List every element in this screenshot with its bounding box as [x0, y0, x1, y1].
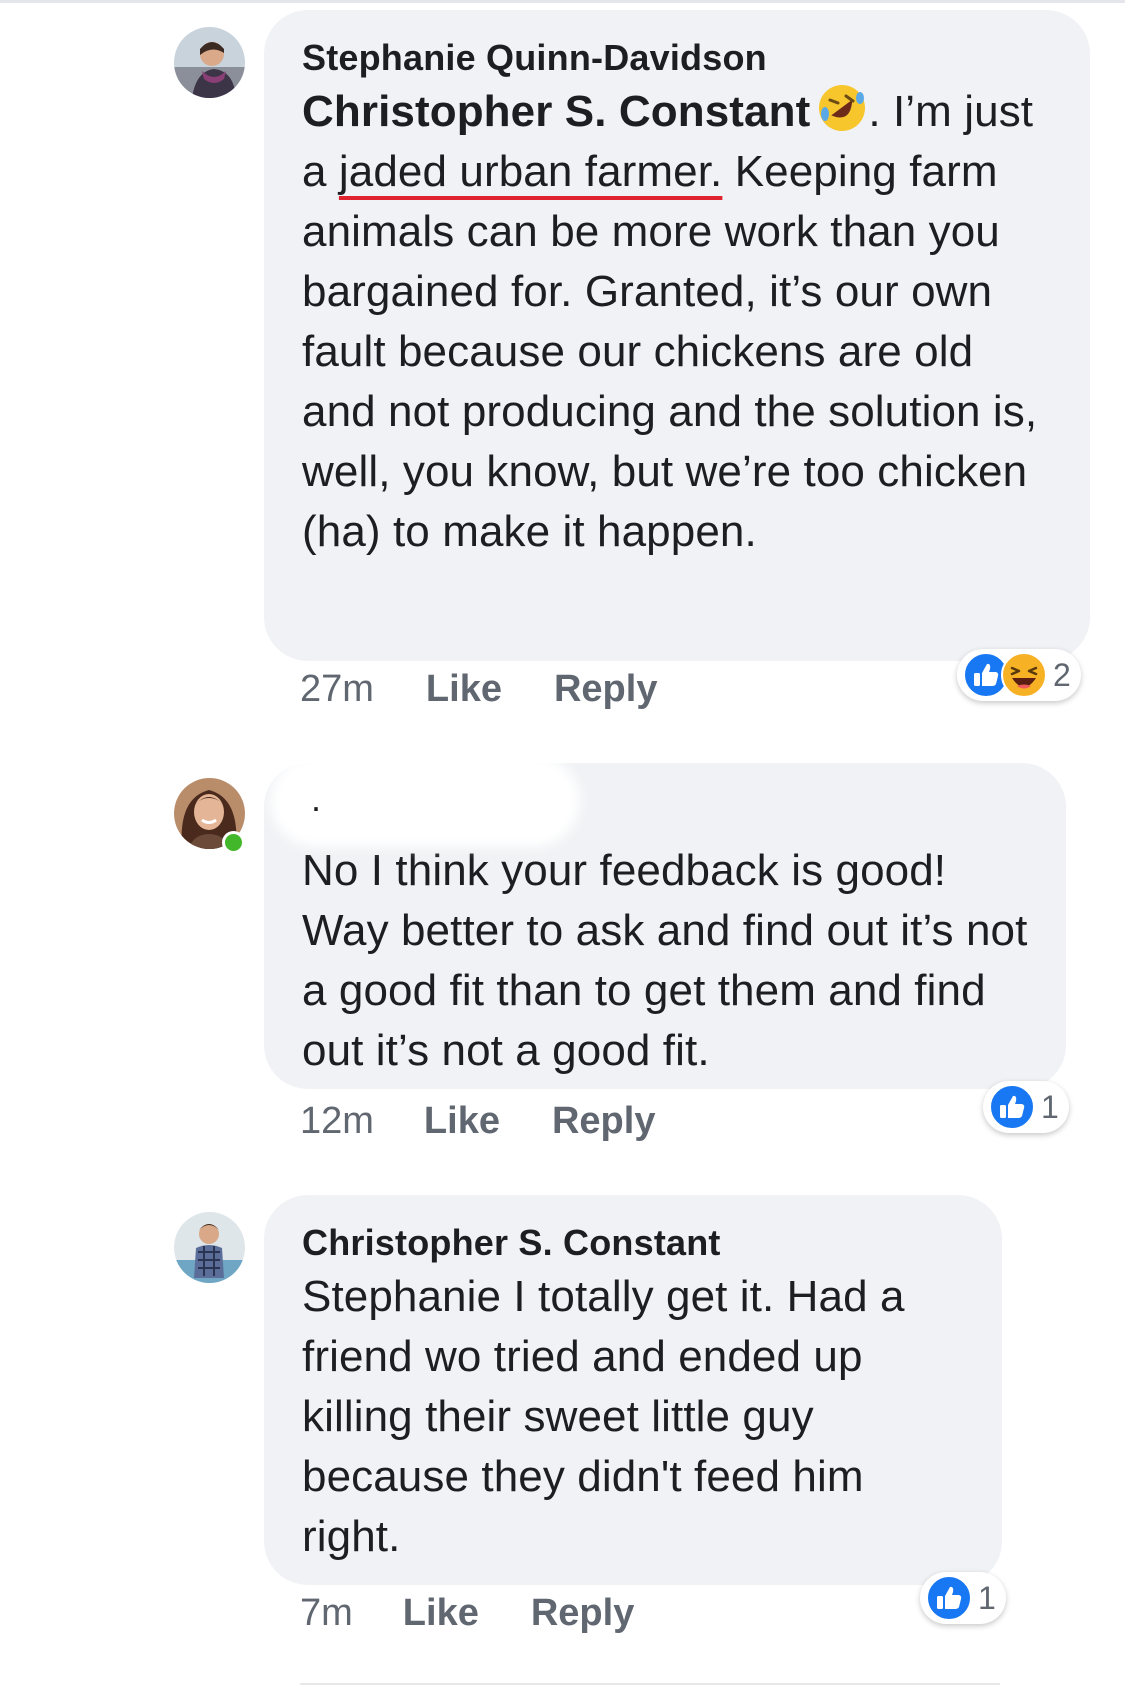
haha-icon [1001, 652, 1047, 698]
comment-timestamp[interactable]: 27m [300, 668, 374, 711]
bottom-divider [300, 1683, 1000, 1685]
reply-button[interactable]: Reply [554, 668, 657, 711]
redacted-author-name [280, 765, 570, 837]
online-status-dot [222, 831, 245, 854]
comment-actions-2: 12m Like Reply [300, 1100, 707, 1143]
comment-text: No I think your feedback is good! Way be… [302, 846, 1028, 1075]
comment-author[interactable]: Stephanie Quinn-Davidson [302, 38, 1054, 78]
comment-bubble-3: Christopher S. Constant Stephanie I tota… [264, 1195, 1002, 1585]
comment-text: Stephanie I totally get it. Had a friend… [302, 1272, 905, 1561]
mention-tag[interactable]: Christopher S. Constant [302, 87, 810, 136]
reaction-summary-1[interactable]: 2 [957, 649, 1081, 701]
reaction-summary-3[interactable]: 1 [920, 1572, 1006, 1624]
comment-timestamp[interactable]: 12m [300, 1100, 374, 1143]
like-button[interactable]: Like [403, 1592, 479, 1635]
reply-button[interactable]: Reply [531, 1592, 634, 1635]
top-divider [0, 0, 1125, 3]
like-icon [989, 1084, 1035, 1130]
reaction-count: 2 [1053, 656, 1071, 693]
like-icon [926, 1575, 972, 1621]
avatar-stephanie[interactable] [174, 27, 245, 98]
underlined-phrase: jaded urban farmer. [338, 147, 723, 196]
reaction-summary-2[interactable]: 1 [983, 1081, 1069, 1133]
reply-button[interactable]: Reply [552, 1100, 655, 1143]
rofl-emoji-icon [819, 85, 866, 131]
redacted-author-remnant: . [311, 778, 322, 819]
comment-timestamp[interactable]: 7m [300, 1592, 353, 1635]
comment-actions-3: 7m Like Reply [300, 1592, 686, 1635]
reaction-count: 1 [1041, 1088, 1059, 1125]
comment-text-part: Keeping farm animals can be more work th… [302, 147, 1038, 556]
reaction-count: 1 [978, 1579, 996, 1616]
comment-bubble-1: Stephanie Quinn-Davidson Christopher S. … [264, 10, 1090, 661]
comment-actions-1: 27m Like Reply [300, 668, 709, 711]
like-button[interactable]: Like [426, 668, 502, 711]
comment-text: Christopher S. Constant . I’m just a jad… [302, 82, 1054, 562]
comment-author[interactable]: Christopher S. Constant [302, 1223, 966, 1263]
avatar-christopher[interactable] [174, 1212, 245, 1283]
like-button[interactable]: Like [424, 1100, 500, 1143]
